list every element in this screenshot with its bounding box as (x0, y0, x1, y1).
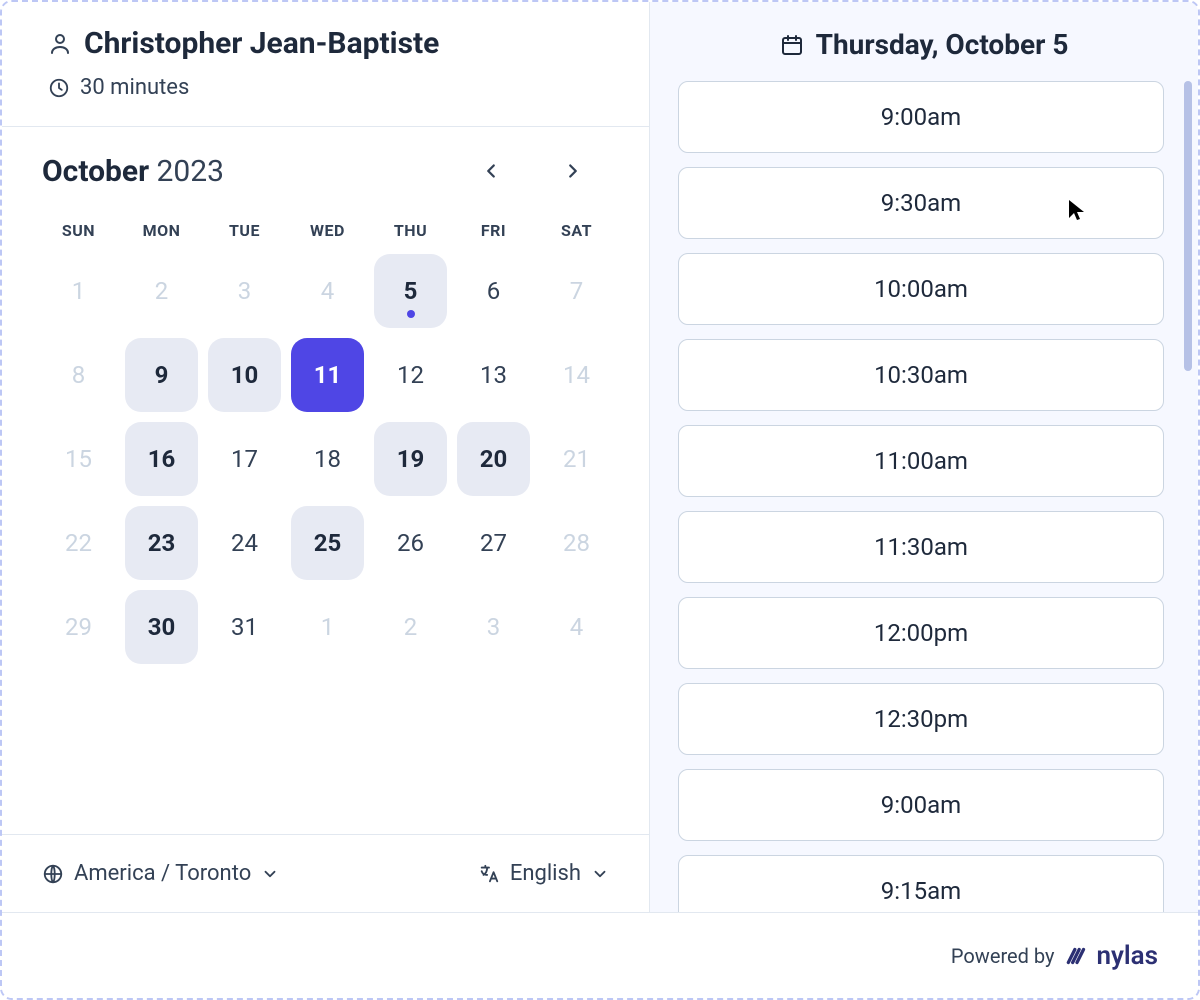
day-cell[interactable]: 11 (291, 338, 364, 412)
scheduler-widget: Christopher Jean-Baptiste 30 minutes Oct… (0, 0, 1200, 1000)
day-cell[interactable]: 25 (291, 506, 364, 580)
day-cell[interactable]: 20 (457, 422, 530, 496)
clock-icon (48, 77, 70, 99)
prev-month-button[interactable] (473, 153, 509, 189)
day-cell: 3 (457, 590, 530, 664)
month-name: October (42, 154, 149, 189)
day-cell: 14 (540, 338, 613, 412)
day-cell[interactable]: 30 (125, 590, 198, 664)
calendar-block: October 2023 SUNMONTUEWEDTHUFRISAT123456… (2, 127, 649, 835)
timeslot[interactable]: 11:30am (678, 511, 1164, 583)
dow-header: WED (291, 221, 364, 254)
right-panel: Thursday, October 5 9:00am 9:30am 10:00am 1… (650, 2, 1198, 912)
calendar-icon (780, 33, 804, 57)
timeslot-list-wrap: 9:00am 9:30am 10:00am 10:30am 11:00am 11:30am… (650, 81, 1198, 912)
timeslot[interactable]: 10:00am (678, 253, 1164, 325)
day-cell[interactable]: 13 (457, 338, 530, 412)
globe-icon (42, 863, 64, 885)
day-cell[interactable]: 17 (208, 422, 281, 496)
timeslot-list[interactable]: 9:00am 9:30am 10:00am 10:30am 11:00am 11:30am… (678, 81, 1164, 912)
footer: America / Toronto English (2, 835, 649, 912)
timeslot[interactable]: 9:30am (678, 167, 1164, 239)
day-cell[interactable]: 19 (374, 422, 447, 496)
day-cell: 7 (540, 254, 613, 328)
day-cell: 4 (540, 590, 613, 664)
day-cell[interactable]: 18 (291, 422, 364, 496)
dow-header: THU (374, 221, 447, 254)
day-cell: 2 (374, 590, 447, 664)
day-cell[interactable]: 12 (374, 338, 447, 412)
day-cell: 28 (540, 506, 613, 580)
user-icon (48, 32, 72, 56)
language-icon (478, 863, 500, 885)
day-cell[interactable]: 16 (125, 422, 198, 496)
day-cell[interactable]: 24 (208, 506, 281, 580)
calendar-grid: SUNMONTUEWEDTHUFRISAT1234567891011121314… (42, 221, 613, 664)
chevron-down-icon (591, 865, 609, 883)
host-name: Christopher Jean-Baptiste (84, 26, 439, 61)
month-year: 2023 (157, 154, 224, 189)
month-title: October 2023 (42, 154, 224, 189)
day-cell[interactable]: 10 (208, 338, 281, 412)
day-cell: 1 (42, 254, 115, 328)
timeslot[interactable]: 10:30am (678, 339, 1164, 411)
brand-name: nylas (1096, 941, 1158, 971)
dow-header: FRI (457, 221, 530, 254)
day-cell: 1 (291, 590, 364, 664)
language-label: English (510, 861, 581, 886)
timeslot[interactable]: 12:00pm (678, 597, 1164, 669)
dow-header: SAT (540, 221, 613, 254)
scrollbar-thumb[interactable] (1184, 81, 1192, 371)
timeslot[interactable]: 9:00am (678, 769, 1164, 841)
powered-by-label: Powered by (951, 944, 1055, 968)
timeslot[interactable]: 12:30pm (678, 683, 1164, 755)
timeslot[interactable]: 9:00am (678, 81, 1164, 153)
timezone-label: America / Toronto (74, 861, 251, 886)
dow-header: MON (125, 221, 198, 254)
dow-header: SUN (42, 221, 115, 254)
day-cell[interactable]: 26 (374, 506, 447, 580)
selected-day-label: Thursday, October 5 (816, 28, 1069, 61)
day-cell: 3 (208, 254, 281, 328)
timeslot[interactable]: 9:15am (678, 855, 1164, 912)
day-cell[interactable]: 23 (125, 506, 198, 580)
day-cell: 2 (125, 254, 198, 328)
brand-bar: Powered by nylas (2, 912, 1198, 998)
cursor-icon (1067, 198, 1087, 222)
dow-header: TUE (208, 221, 281, 254)
day-cell: 15 (42, 422, 115, 496)
host-header: Christopher Jean-Baptiste 30 minutes (2, 2, 649, 127)
day-cell[interactable]: 5 (374, 254, 447, 328)
day-cell[interactable]: 9 (125, 338, 198, 412)
day-cell[interactable]: 6 (457, 254, 530, 328)
next-month-button[interactable] (555, 153, 591, 189)
day-cell: 29 (42, 590, 115, 664)
left-panel: Christopher Jean-Baptiste 30 minutes Oct… (2, 2, 650, 912)
chevron-down-icon (261, 865, 279, 883)
day-cell: 4 (291, 254, 364, 328)
day-cell[interactable]: 27 (457, 506, 530, 580)
duration-label: 30 minutes (80, 75, 189, 100)
timeslot[interactable]: 11:00am (678, 425, 1164, 497)
main-area: Christopher Jean-Baptiste 30 minutes Oct… (2, 2, 1198, 912)
language-selector[interactable]: English (478, 861, 609, 886)
day-cell: 22 (42, 506, 115, 580)
timezone-selector[interactable]: America / Toronto (42, 861, 279, 886)
day-cell[interactable]: 31 (208, 590, 281, 664)
day-cell: 21 (540, 422, 613, 496)
brand-logo[interactable]: nylas (1064, 941, 1158, 971)
day-cell: 8 (42, 338, 115, 412)
